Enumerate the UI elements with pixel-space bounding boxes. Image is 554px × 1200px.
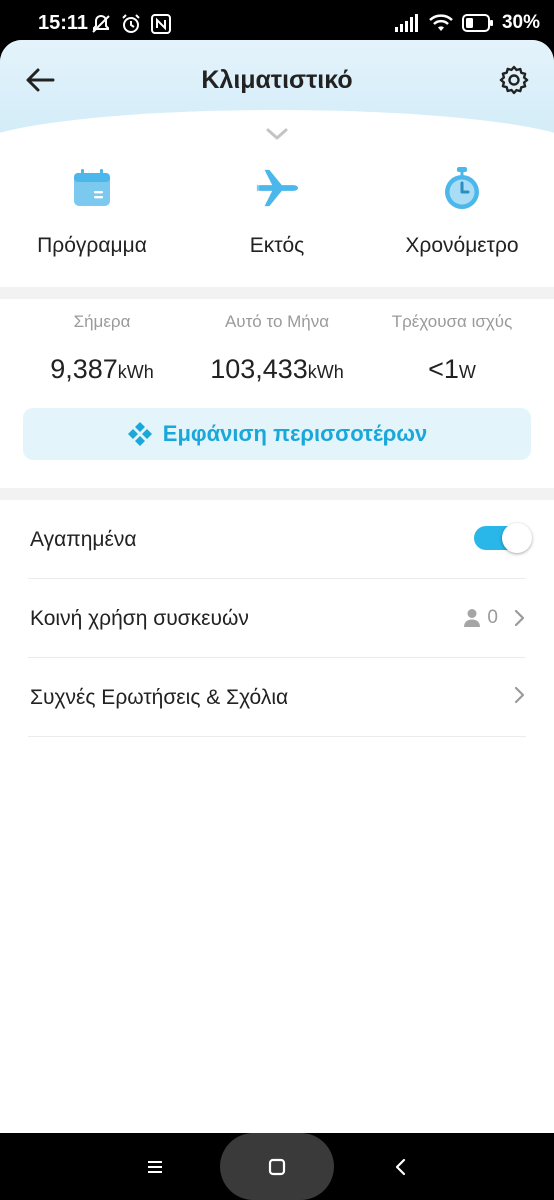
- power-number: <1: [428, 354, 459, 384]
- settings-list: Αγαπημένα Κοινή χρήση συσκευών 0 Συχνές …: [0, 500, 554, 737]
- timer-button[interactable]: Χρονόμετρο: [372, 166, 552, 258]
- share-count: 0: [487, 607, 498, 628]
- chevron-left-icon: [395, 1158, 406, 1176]
- recent-apps-button[interactable]: [140, 1155, 170, 1179]
- chevron-right-icon: [514, 609, 525, 627]
- month-value: 103,433kWh: [185, 354, 369, 385]
- settings-button[interactable]: [496, 62, 532, 98]
- chevron-down-icon[interactable]: [264, 126, 290, 142]
- month-number: 103,433: [210, 354, 308, 384]
- quick-actions: Πρόγραμμα Εκτός Χρονόμετρο: [0, 166, 554, 276]
- power-stat: Τρέχουσα ισχύς <1W: [360, 312, 544, 385]
- battery-icon: [461, 14, 493, 32]
- system-navigation-bar: [0, 1133, 554, 1200]
- today-number: 9,387: [50, 354, 118, 384]
- month-caption: Αυτό το Μήνα: [224, 312, 330, 331]
- wifi-icon: [429, 14, 453, 31]
- battery-percentage: 30%: [501, 12, 540, 33]
- show-more-label: Εμφάνιση περισσοτέρων: [162, 421, 428, 446]
- device-sharing-row[interactable]: Κοινή χρήση συσκευών 0: [28, 579, 526, 658]
- calendar-icon: [70, 166, 114, 210]
- alarm-icon: [122, 14, 140, 33]
- nfc-icon: [151, 14, 171, 34]
- today-caption: Σήμερα: [73, 312, 131, 331]
- stopwatch-icon: [440, 166, 484, 210]
- faq-meta: [514, 686, 526, 704]
- airplane-icon: [255, 166, 299, 210]
- today-stat: Σήμερα 9,387kWh: [10, 312, 194, 385]
- timer-label: Χρονόμετρο: [405, 234, 519, 257]
- favorites-row: Αγαπημένα: [28, 500, 532, 579]
- square-icon: [268, 1158, 286, 1175]
- person-icon: [464, 609, 481, 627]
- faq-label: Συχνές Ερωτήσεις & Σχόλια: [30, 686, 289, 709]
- energy-section: Σήμερα 9,387kWh Αυτό το Μήνα 103,433kWh …: [0, 298, 554, 488]
- schedule-label: Πρόγραμμα: [37, 234, 147, 257]
- chevron-right-icon: [514, 686, 525, 704]
- month-unit: kWh: [307, 362, 344, 382]
- gear-icon: [499, 65, 529, 95]
- device-sharing-label: Κοινή χρήση συσκευών: [30, 607, 249, 630]
- schedule-button[interactable]: Πρόγραμμα: [2, 166, 182, 258]
- status-time: 15:11: [38, 12, 89, 34]
- status-right-icons: 30%: [394, 12, 540, 34]
- favorites-toggle[interactable]: [474, 523, 532, 553]
- status-notification-icons: [90, 13, 172, 35]
- show-more-button[interactable]: Εμφάνιση περισσοτέρων: [23, 408, 531, 460]
- page-title: Κλιματιστικό: [201, 66, 353, 94]
- device-sharing-meta: 0: [463, 607, 526, 629]
- away-label: Εκτός: [249, 234, 305, 257]
- home-button[interactable]: [220, 1133, 334, 1200]
- signal-icon: [394, 14, 418, 32]
- faq-row[interactable]: Συχνές Ερωτήσεις & Σχόλια: [28, 658, 526, 737]
- diamond-grid-icon: [127, 422, 152, 446]
- toggle-knob: [502, 523, 532, 553]
- power-unit: W: [458, 362, 476, 382]
- app-screen: Κλιματιστικό Πρόγραμμα Εκτός Χρονόμετρο …: [0, 40, 554, 1133]
- muted-bell-icon: [92, 14, 110, 33]
- month-stat: Αυτό το Μήνα 103,433kWh: [185, 312, 369, 385]
- nav-back-button[interactable]: [386, 1153, 414, 1181]
- section-divider: [0, 488, 554, 500]
- power-value: <1W: [360, 354, 544, 385]
- favorites-label: Αγαπημένα: [30, 528, 137, 551]
- away-button[interactable]: Εκτός: [187, 166, 367, 258]
- menu-icon: [148, 1161, 162, 1173]
- power-caption: Τρέχουσα ισχύς: [391, 312, 513, 331]
- today-value: 9,387kWh: [10, 354, 194, 385]
- today-unit: kWh: [117, 362, 154, 382]
